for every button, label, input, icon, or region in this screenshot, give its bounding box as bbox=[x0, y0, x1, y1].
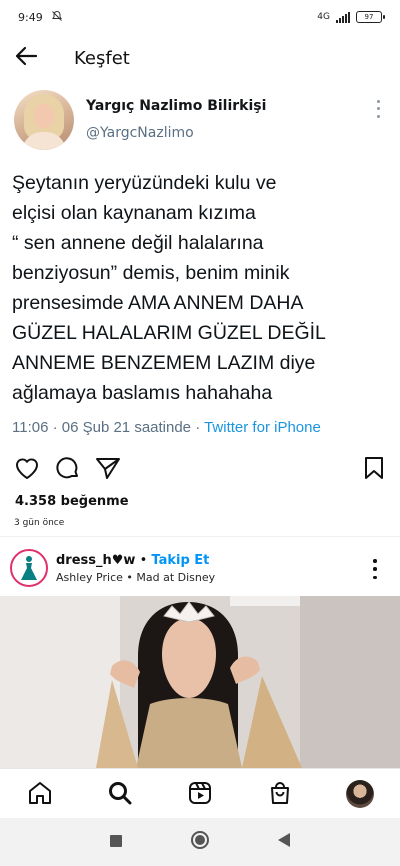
battery-level: 97 bbox=[364, 13, 374, 21]
search-icon bbox=[108, 781, 132, 809]
tweet-source: Twitter for iPhone bbox=[204, 419, 321, 436]
status-indicators: 4G 97 bbox=[317, 11, 385, 23]
tweet-avatar bbox=[14, 90, 74, 150]
bookmark-icon bbox=[363, 456, 385, 484]
tweet-display-name: Yargıç Nazlimo Bilirkişi bbox=[86, 98, 267, 114]
tweet-meta: 11:06 · 06 Şub 21 saatinde · Twitter for… bbox=[12, 419, 321, 436]
separator-dot: • bbox=[135, 553, 152, 568]
nav-profile-avatar[interactable] bbox=[346, 780, 374, 808]
battery-icon: 97 bbox=[356, 11, 385, 23]
back-button[interactable] bbox=[0, 36, 52, 80]
next-post-media[interactable] bbox=[0, 596, 400, 768]
system-nav-bar bbox=[0, 818, 400, 866]
network-type: 4G bbox=[317, 12, 330, 22]
reels-icon bbox=[188, 781, 212, 809]
status-bar: 9:49 4G 97 bbox=[0, 0, 400, 34]
top-bar: Keşfet bbox=[0, 36, 400, 80]
bottom-nav bbox=[0, 768, 400, 818]
circle-icon bbox=[190, 830, 210, 854]
square-icon bbox=[109, 833, 123, 852]
likes-count[interactable]: 4.358 beğenme bbox=[15, 494, 129, 509]
page-title: Keşfet bbox=[74, 47, 130, 69]
home-system-button[interactable] bbox=[188, 830, 212, 854]
nav-search[interactable] bbox=[106, 781, 134, 809]
send-icon bbox=[95, 456, 121, 484]
arrow-left-icon bbox=[14, 46, 38, 70]
next-post-header: dress_h♥w • Takip Et Ashley Price • Mad … bbox=[0, 545, 400, 593]
back-system-button[interactable] bbox=[272, 830, 296, 854]
comment-icon bbox=[55, 455, 81, 485]
next-post-username[interactable]: dress_h♥w bbox=[56, 553, 135, 568]
triangle-back-icon bbox=[277, 832, 291, 852]
vertical-dots-icon bbox=[372, 98, 384, 120]
like-button[interactable] bbox=[13, 456, 41, 484]
signal-icon bbox=[336, 11, 350, 23]
next-post-audio[interactable]: Ashley Price • Mad at Disney bbox=[56, 571, 215, 584]
next-post-user-line: dress_h♥w • Takip Et bbox=[56, 553, 209, 568]
recent-apps-button[interactable] bbox=[104, 830, 128, 854]
post-time-ago: 3 gün önce bbox=[14, 518, 65, 528]
dress-logo-icon bbox=[21, 556, 37, 580]
heart-icon bbox=[14, 456, 40, 484]
share-button[interactable] bbox=[94, 456, 122, 484]
save-button[interactable] bbox=[360, 456, 388, 484]
next-post-avatar[interactable] bbox=[10, 549, 48, 587]
nav-reels[interactable] bbox=[186, 781, 214, 809]
home-icon bbox=[27, 781, 53, 809]
tweet-handle: @YargcNazlimo bbox=[86, 125, 194, 141]
post-divider bbox=[0, 536, 400, 537]
tweet-timestamp: 11:06 · 06 Şub 21 saatinde · bbox=[12, 419, 205, 436]
nav-home[interactable] bbox=[26, 781, 54, 809]
post-options-button[interactable] bbox=[372, 559, 378, 579]
post-actions bbox=[0, 452, 400, 488]
comment-button[interactable] bbox=[54, 456, 82, 484]
shop-icon bbox=[268, 781, 292, 809]
follow-button[interactable]: Takip Et bbox=[151, 553, 209, 568]
mute-notification-icon bbox=[51, 10, 63, 25]
tweet-text: Şeytanın yeryüzündeki kulu ve elçisi ola… bbox=[12, 172, 326, 404]
post-image bbox=[0, 596, 400, 768]
status-time: 9:49 bbox=[18, 10, 43, 24]
tweet-card: Yargıç Nazlimo Bilirkişi @YargcNazlimo Ş… bbox=[0, 84, 400, 452]
nav-shop[interactable] bbox=[266, 781, 294, 809]
